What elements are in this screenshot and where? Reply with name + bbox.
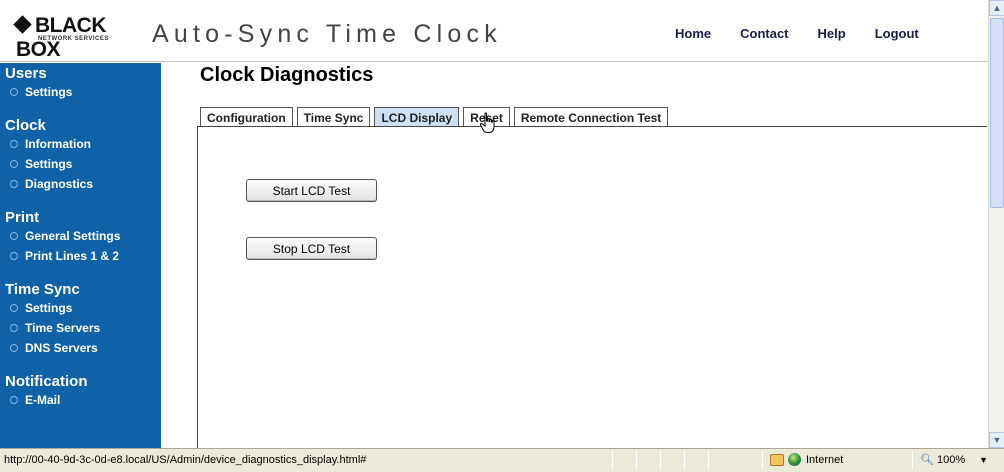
zone-label: Internet (806, 453, 844, 466)
sidebar-item-timesync-settings[interactable]: Settings (5, 298, 161, 318)
page-header: BLACK BOX NETWORK SERVICES Auto-Sync Tim… (0, 0, 988, 62)
status-divider (708, 451, 709, 469)
browser-status-bar: http://00-40-9d-3c-0d-e8.local/US/Admin/… (0, 448, 1004, 472)
circle-bullet-icon (10, 232, 18, 240)
sidebar-item-clock-information[interactable]: Information (5, 134, 161, 154)
circle-bullet-icon (10, 304, 18, 312)
sidebar-item-label: Time Servers (25, 321, 101, 335)
start-lcd-test-button[interactable]: Start LCD Test (246, 179, 377, 202)
sidebar-item-label: E-Mail (25, 393, 61, 407)
lock-icon (770, 453, 784, 466)
circle-bullet-icon (10, 88, 18, 96)
sidebar-item-label: Settings (25, 85, 73, 99)
sidebar-item-dns-servers[interactable]: DNS Servers (5, 338, 161, 358)
sidebar-item-label: Diagnostics (25, 177, 94, 191)
scroll-down-icon[interactable]: ▼ (989, 432, 1004, 448)
sidebar-item-label: General Settings (25, 229, 121, 243)
sidebar-item-label: Settings (25, 301, 73, 315)
sidebar-section-time-sync: Time Sync Settings Time Servers DNS Serv… (5, 281, 161, 358)
sidebar: Users Settings Clock Information Setting… (0, 63, 161, 448)
sidebar-heading: Clock (5, 117, 46, 134)
security-zone[interactable]: Internet (770, 453, 843, 466)
nav-logout-link[interactable]: Logout (875, 26, 919, 41)
zoom-control[interactable]: 🔍︎ 100% ▼ (920, 453, 988, 467)
zoom-level: 100% (936, 453, 966, 466)
tab-remote-connection-test[interactable]: Remote Connection Test (513, 107, 669, 126)
sidebar-heading: Notification (5, 373, 88, 390)
status-url: http://00-40-9d-3c-0d-e8.local/US/Admin/… (4, 454, 367, 466)
scroll-up-icon[interactable]: ▲ (989, 0, 1004, 16)
circle-bullet-icon (10, 252, 18, 260)
nav-home-link[interactable]: Home (675, 26, 711, 41)
sidebar-section-clock: Clock Information Settings Diagnostics (5, 117, 161, 194)
sidebar-section-notification: Notification E-Mail (5, 373, 161, 410)
chevron-down-icon[interactable]: ▼ (979, 455, 988, 465)
vertical-scrollbar[interactable]: ▲ ▼ (988, 0, 1004, 448)
app-title: Auto-Sync Time Clock (152, 20, 502, 48)
main-content: Clock Diagnostics Configuration Time Syn… (190, 63, 988, 449)
sidebar-heading: Time Sync (5, 281, 80, 298)
circle-bullet-icon (10, 160, 18, 168)
sidebar-item-email[interactable]: E-Mail (5, 390, 161, 410)
status-divider (684, 451, 685, 469)
sidebar-section-print: Print General Settings Print Lines 1 & 2 (5, 209, 161, 266)
tab-panel: Start LCD Test Stop LCD Test (197, 126, 987, 449)
sidebar-item-label: Information (25, 137, 91, 151)
black-box-logo[interactable]: BLACK BOX NETWORK SERVICES (13, 14, 144, 61)
sidebar-item-clock-settings[interactable]: Settings (5, 154, 161, 174)
magnifier-icon: 🔍︎ (920, 454, 934, 466)
circle-bullet-icon (10, 396, 18, 404)
sidebar-item-time-servers[interactable]: Time Servers (5, 318, 161, 338)
status-divider (636, 451, 637, 469)
sidebar-item-label: DNS Servers (25, 341, 98, 355)
circle-bullet-icon (10, 344, 18, 352)
circle-bullet-icon (10, 140, 18, 148)
status-divider (762, 451, 763, 469)
sidebar-heading: Print (5, 209, 40, 226)
tab-lcd-display[interactable]: LCD Display (374, 107, 460, 126)
globe-icon (788, 453, 801, 466)
scrollbar-thumb[interactable] (990, 18, 1004, 208)
sidebar-item-users-settings[interactable]: Settings (5, 82, 161, 102)
circle-bullet-icon (10, 180, 18, 188)
status-divider (612, 451, 613, 469)
sidebar-item-print-lines[interactable]: Print Lines 1 & 2 (5, 246, 161, 266)
logo-diamond-icon (13, 15, 32, 34)
status-divider (660, 451, 661, 469)
top-navigation: Home Contact Help Logout (675, 26, 948, 41)
page-title: Clock Diagnostics (200, 64, 374, 86)
hand-pointer-icon (479, 112, 495, 133)
nav-contact-link[interactable]: Contact (740, 26, 788, 41)
tab-configuration[interactable]: Configuration (200, 107, 293, 126)
status-divider (912, 451, 913, 469)
sidebar-section-users: Users Settings (5, 65, 161, 102)
nav-help-link[interactable]: Help (818, 26, 846, 41)
tab-bar: Configuration Time Sync LCD Display Rese… (200, 107, 672, 126)
tab-time-sync[interactable]: Time Sync (296, 107, 371, 126)
sidebar-heading: Users (5, 65, 47, 82)
sidebar-item-print-general-settings[interactable]: General Settings (5, 226, 161, 246)
sidebar-item-label: Settings (25, 157, 73, 171)
sidebar-item-clock-diagnostics[interactable]: Diagnostics (5, 174, 161, 194)
stop-lcd-test-button[interactable]: Stop LCD Test (246, 237, 377, 260)
circle-bullet-icon (10, 324, 18, 332)
logo-subtext: NETWORK SERVICES (38, 36, 109, 42)
sidebar-item-label: Print Lines 1 & 2 (25, 249, 120, 263)
